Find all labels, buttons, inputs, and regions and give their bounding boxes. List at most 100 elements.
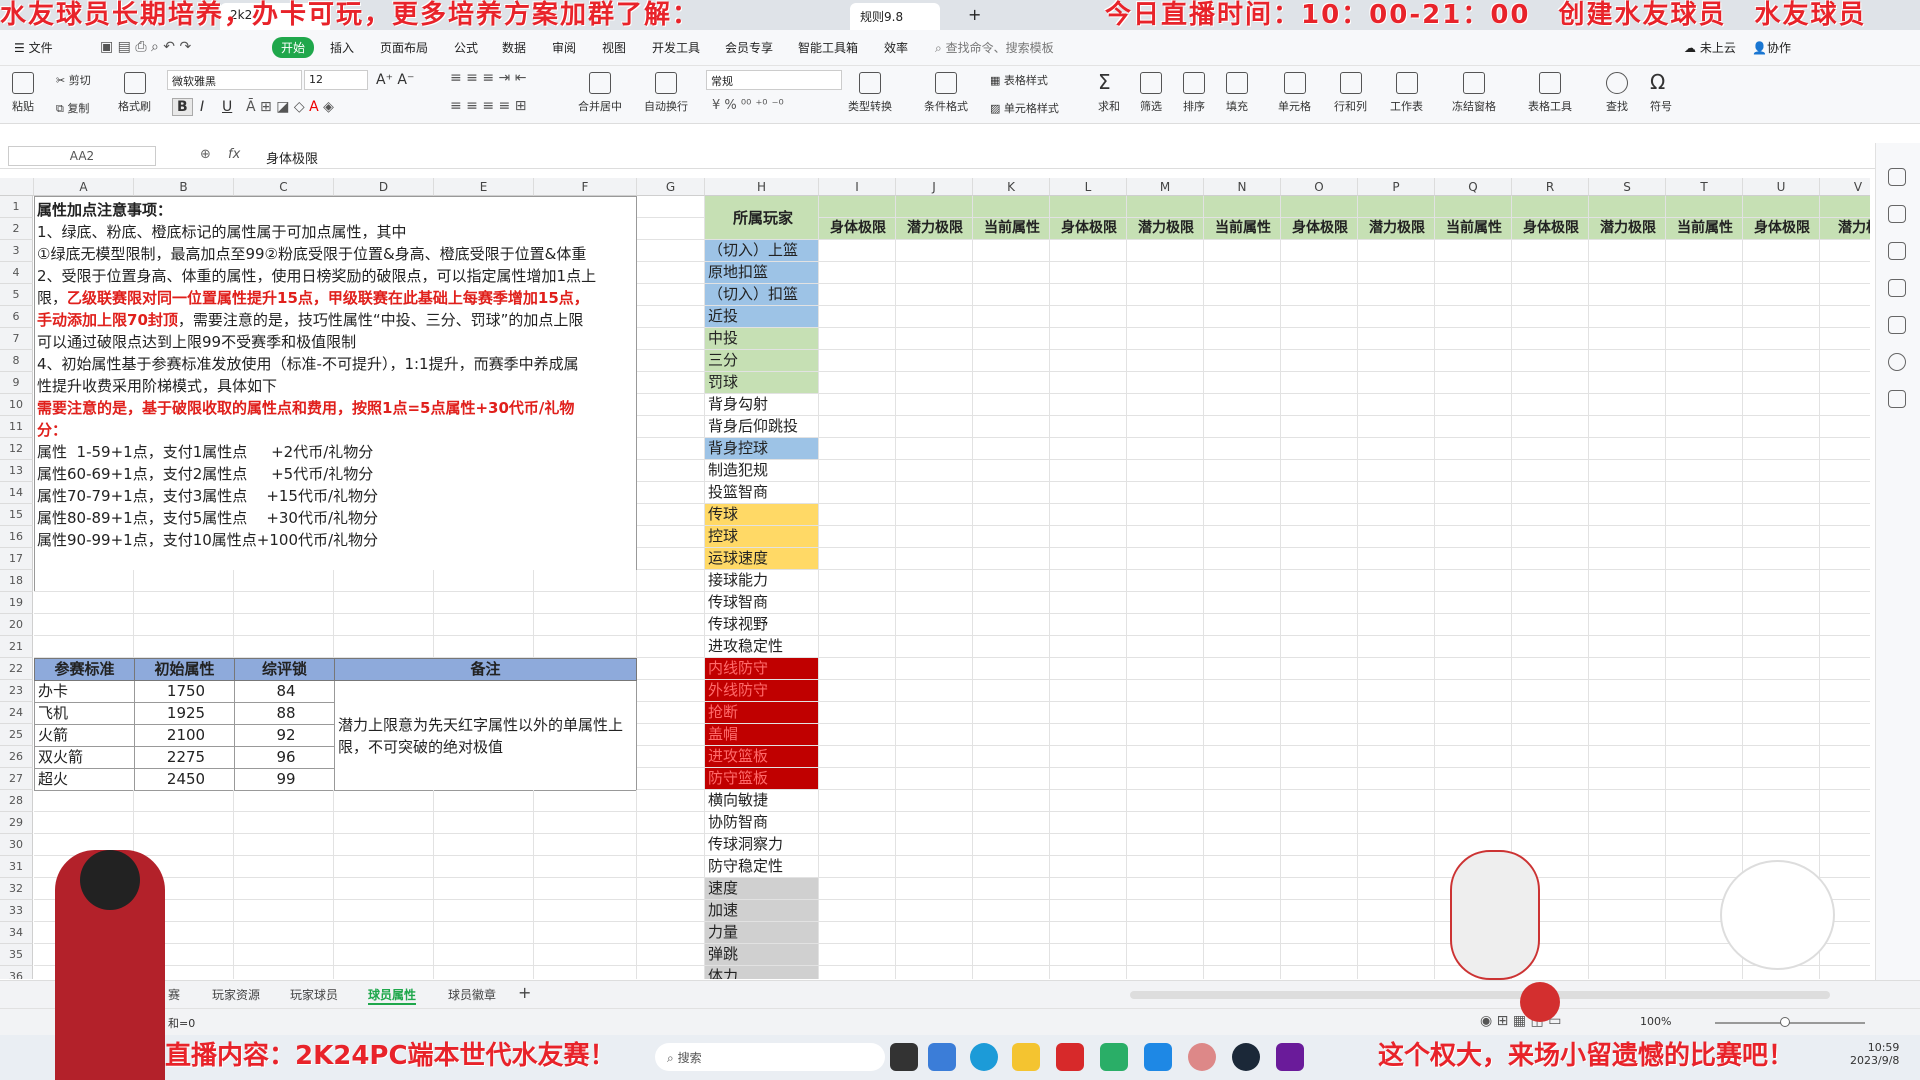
grid-cell[interactable] bbox=[637, 416, 705, 438]
grid-cell[interactable] bbox=[1589, 504, 1666, 526]
fill-button[interactable]: 填充 bbox=[1226, 72, 1248, 114]
wps-icon[interactable] bbox=[1056, 1043, 1084, 1071]
grid-cell[interactable] bbox=[334, 636, 434, 658]
grid-cell[interactable] bbox=[1127, 900, 1204, 922]
attribute-name-cell[interactable]: 防守篮板 bbox=[705, 768, 819, 790]
grid-cell[interactable] bbox=[1512, 746, 1589, 768]
grid-cell[interactable] bbox=[1666, 658, 1743, 680]
grid-cell[interactable] bbox=[1666, 790, 1743, 812]
grid-cell[interactable] bbox=[637, 944, 705, 966]
sum-button[interactable]: Σ 求和 bbox=[1098, 72, 1120, 114]
grid-cell[interactable] bbox=[334, 878, 434, 900]
grid-cell[interactable] bbox=[896, 812, 973, 834]
grid-cell[interactable] bbox=[1589, 746, 1666, 768]
grid-cell[interactable] bbox=[334, 570, 434, 592]
attribute-type-header[interactable]: 身体极限 bbox=[819, 218, 896, 240]
tab-review[interactable]: 审阅 bbox=[552, 39, 576, 56]
avatar-app-icon[interactable] bbox=[1188, 1043, 1216, 1071]
row-header[interactable]: 12 bbox=[0, 438, 33, 460]
attribute-name-cell[interactable]: 协防智商 bbox=[705, 812, 819, 834]
grid-cell[interactable] bbox=[1512, 812, 1589, 834]
grid-cell[interactable] bbox=[1589, 460, 1666, 482]
grid-cell[interactable] bbox=[1204, 240, 1281, 262]
tab-smart-tools[interactable]: 智能工具箱 bbox=[798, 39, 858, 56]
grid-cell[interactable] bbox=[973, 702, 1050, 724]
grid-cell[interactable] bbox=[1589, 240, 1666, 262]
grid-cell[interactable] bbox=[819, 922, 896, 944]
header-band-cell[interactable] bbox=[1281, 196, 1358, 218]
attribute-type-header[interactable]: 当前属性 bbox=[1204, 218, 1281, 240]
grid-cell[interactable] bbox=[1666, 636, 1743, 658]
grid-cell[interactable] bbox=[1435, 438, 1512, 460]
row-header[interactable]: 29 bbox=[0, 812, 33, 834]
grid-cell[interactable] bbox=[1512, 306, 1589, 328]
grid-cell[interactable] bbox=[1281, 636, 1358, 658]
grid-cell[interactable] bbox=[1127, 482, 1204, 504]
grid-cell[interactable] bbox=[1820, 680, 1870, 702]
column-header[interactable]: R bbox=[1512, 178, 1589, 196]
collaborate-button[interactable]: 👤协作 bbox=[1752, 39, 1791, 56]
row-header[interactable]: 4 bbox=[0, 262, 33, 284]
grid-cell[interactable] bbox=[1435, 790, 1512, 812]
horizontal-scrollbar[interactable] bbox=[1130, 991, 1830, 999]
attribute-name-cell[interactable]: 加速 bbox=[705, 900, 819, 922]
name-box[interactable]: AA2 bbox=[8, 146, 156, 166]
number-format-select[interactable]: 常规 bbox=[706, 70, 842, 90]
grid-cell[interactable] bbox=[819, 790, 896, 812]
grid-cell[interactable] bbox=[1589, 614, 1666, 636]
grid-cell[interactable] bbox=[1820, 570, 1870, 592]
spreadsheet-grid[interactable]: ABCDEFGHIJKLMNOPQRSTUV 1 2 3 4 5 6 7 8 9 10 11 12 13… bbox=[0, 178, 1870, 979]
grid-cell[interactable] bbox=[819, 306, 896, 328]
grid-cell[interactable] bbox=[1204, 636, 1281, 658]
grid-cell[interactable] bbox=[1281, 592, 1358, 614]
row-header[interactable]: 33 bbox=[0, 900, 33, 922]
grid-cell[interactable] bbox=[819, 724, 896, 746]
attribute-name-cell[interactable]: 盖帽 bbox=[705, 724, 819, 746]
attribute-name-cell[interactable]: 制造犯规 bbox=[705, 460, 819, 482]
symbol-button[interactable]: Ω 符号 bbox=[1650, 72, 1672, 114]
grid-cell[interactable] bbox=[896, 548, 973, 570]
grid-cell[interactable] bbox=[1358, 834, 1435, 856]
grid-cell[interactable] bbox=[1743, 504, 1820, 526]
grid-cell[interactable] bbox=[819, 504, 896, 526]
grid-cell[interactable] bbox=[1435, 350, 1512, 372]
tab-data[interactable]: 数据 bbox=[502, 39, 526, 56]
grid-cell[interactable] bbox=[1204, 680, 1281, 702]
grid-cell[interactable] bbox=[1204, 658, 1281, 680]
header-band-cell[interactable] bbox=[1666, 196, 1743, 218]
grid-cell[interactable] bbox=[973, 372, 1050, 394]
column-header[interactable]: S bbox=[1589, 178, 1666, 196]
edge-icon[interactable] bbox=[970, 1043, 998, 1071]
cloud-status[interactable]: ☁ 未上云 bbox=[1684, 39, 1736, 56]
grid-cell[interactable] bbox=[819, 834, 896, 856]
underline-button[interactable]: U bbox=[222, 99, 232, 115]
grid-cell[interactable] bbox=[896, 768, 973, 790]
attribute-name-cell[interactable]: 近投 bbox=[705, 306, 819, 328]
grid-cell[interactable] bbox=[1820, 306, 1870, 328]
column-header[interactable]: J bbox=[896, 178, 973, 196]
grid-cell[interactable] bbox=[1127, 416, 1204, 438]
grid-cell[interactable] bbox=[334, 900, 434, 922]
grid-cell[interactable] bbox=[1589, 812, 1666, 834]
grid-cell[interactable] bbox=[1666, 262, 1743, 284]
column-header[interactable]: F bbox=[534, 178, 637, 196]
grid-cell[interactable] bbox=[1127, 636, 1204, 658]
column-header[interactable]: H bbox=[705, 178, 819, 196]
grid-cell[interactable] bbox=[1127, 724, 1204, 746]
mail-icon[interactable] bbox=[928, 1043, 956, 1071]
grid-cell[interactable] bbox=[434, 636, 534, 658]
grid-cell[interactable] bbox=[1743, 526, 1820, 548]
grid-cell[interactable] bbox=[434, 592, 534, 614]
add-sheet-button[interactable]: + bbox=[518, 983, 531, 1002]
grid-cell[interactable] bbox=[434, 790, 534, 812]
command-search[interactable]: ⌕ 查找命令、搜索模板 bbox=[935, 39, 1054, 56]
row-header[interactable]: 32 bbox=[0, 878, 33, 900]
grid-cell[interactable] bbox=[637, 372, 705, 394]
row-header[interactable]: 19 bbox=[0, 592, 33, 614]
column-header[interactable]: G bbox=[637, 178, 705, 196]
grid-cell[interactable] bbox=[637, 394, 705, 416]
location-icon[interactable] bbox=[1888, 279, 1906, 297]
grid-cell[interactable] bbox=[1743, 680, 1820, 702]
grid-cell[interactable] bbox=[1820, 614, 1870, 636]
grid-cell[interactable] bbox=[1050, 372, 1127, 394]
